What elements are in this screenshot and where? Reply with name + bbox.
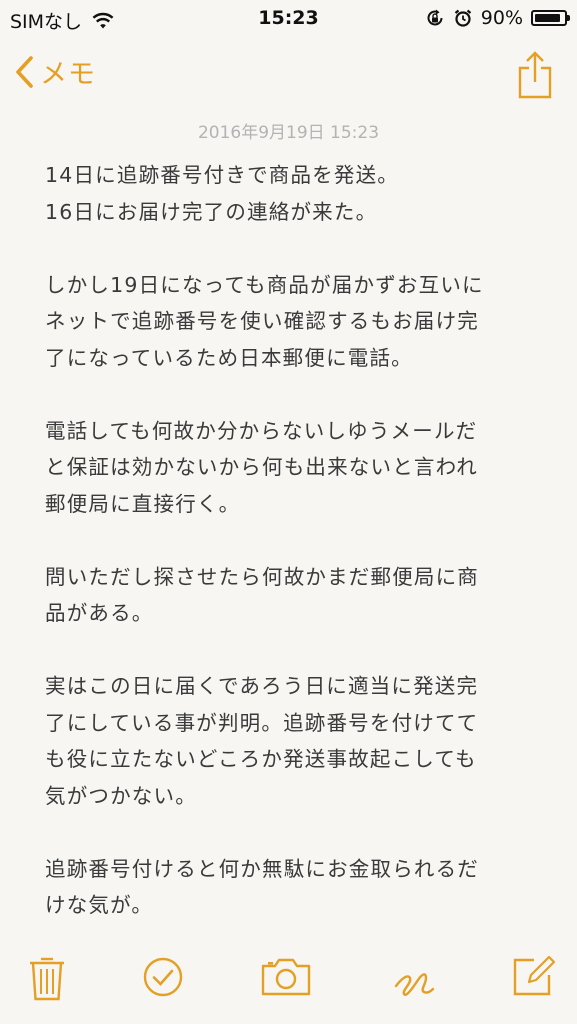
note-line: けな気が。 xyxy=(45,893,154,917)
chevron-left-icon xyxy=(16,55,33,88)
sketch-icon xyxy=(394,973,435,996)
compose-icon xyxy=(513,955,556,996)
camera-button[interactable] xyxy=(260,958,312,1000)
battery-percent: 90% xyxy=(480,7,523,29)
note-paragraph: 実はこの日に届くであろう日に適当に発送完 了にしている事が判明。追跡番号を付けて… xyxy=(45,668,545,814)
compose-button[interactable] xyxy=(512,954,556,1002)
battery-icon xyxy=(531,10,570,26)
note-line: 追跡番号付けると何か無駄にお金取られるだ xyxy=(45,856,479,881)
camera-icon xyxy=(261,958,311,996)
note-line: 16日にお届け完了の連絡が来た。 xyxy=(45,199,378,224)
note-line: 気がつかない。 xyxy=(45,783,197,808)
note-line: と保証は効かないから何も出来ないと言われ xyxy=(45,455,478,479)
note-line: 了にしている事が判明。追跡番号を付けてて xyxy=(45,710,479,735)
note-line: 品がある。 xyxy=(45,601,154,625)
battery-level xyxy=(535,14,560,22)
back-label: メモ xyxy=(40,59,96,90)
note-paragraph: 14日に追跡番号付きで商品を発送。 16日にお届け完了の連絡が来た。 xyxy=(45,157,545,230)
note-paragraph: 問いただし探させたら何故かまだ郵便局に商 品がある。 xyxy=(45,559,545,632)
note-paragraph: しかし19日になっても商品が届かずお互いに ネットで追跡番号を使い確認するもお届… xyxy=(45,267,545,377)
note-line: も役に立たないどころか発送事故起こしても xyxy=(45,747,477,771)
checklist-button[interactable] xyxy=(142,956,184,1002)
note-line: 了になっているため日本郵便に電話。 xyxy=(45,345,413,370)
navigation-bar: メモ xyxy=(0,44,577,108)
delete-button[interactable] xyxy=(27,954,67,1006)
sketch-button[interactable] xyxy=(392,956,436,1004)
note-line: 実はこの日に届くであろう日に適当に発送完 xyxy=(45,674,479,698)
note-line: ネットで追跡番号を使い確認するもお届け完 xyxy=(45,309,479,333)
bottom-toolbar xyxy=(0,944,577,1024)
note-line: しかし19日になっても商品が届かずお互いに xyxy=(45,272,484,297)
share-icon xyxy=(518,51,552,99)
note-body[interactable]: 14日に追跡番号付きで商品を発送。 16日にお届け完了の連絡が来た。 しかし19… xyxy=(45,157,545,924)
note-line: 郵便局に直接行く。 xyxy=(45,491,241,516)
note-line: 電話しても何故か分からないしゆうメールだ xyxy=(45,418,478,443)
share-button[interactable] xyxy=(517,50,553,104)
note-line: 問いただし探させたら何故かまだ郵便局に商 xyxy=(45,564,479,589)
checklist-icon xyxy=(143,957,183,997)
orientation-lock-icon xyxy=(427,9,443,26)
note-date: 2016年9月19日 15:23 xyxy=(197,123,380,143)
trash-icon xyxy=(30,957,64,1001)
note-line: 14日に追跡番号付きで商品を発送。 xyxy=(45,163,399,187)
note-paragraph: 追跡番号付けると何か無駄にお金取られるだ けな気が。 xyxy=(45,851,545,924)
status-bar: SIMなし 15:23 90% xyxy=(0,0,577,40)
note-paragraph: 電話しても何故か分からないしゆうメールだ と保証は効かないから何も出来ないと言わ… xyxy=(45,413,545,523)
alarm-icon xyxy=(454,9,471,27)
back-button[interactable]: メモ xyxy=(14,52,96,91)
